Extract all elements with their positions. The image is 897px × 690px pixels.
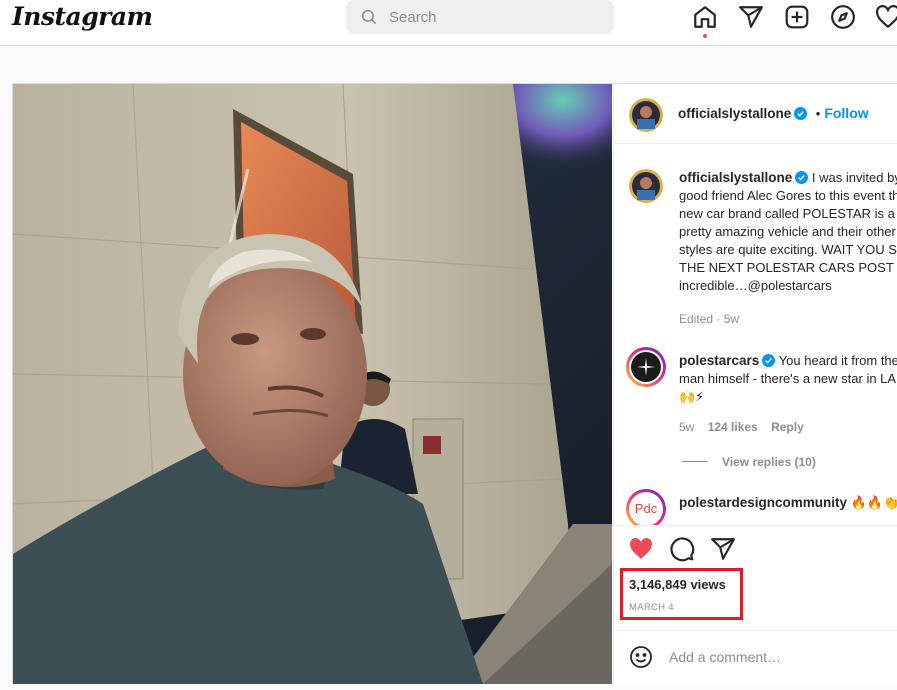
comment-avatar-ring[interactable]: Pdc [626, 489, 666, 525]
comments-list[interactable]: officialslystallone I was invited by goo… [614, 145, 897, 525]
post-side-panel: officialslystallone • Follow officialslys… [613, 84, 897, 684]
activity-icon[interactable] [875, 4, 897, 30]
author-avatar[interactable] [629, 98, 663, 132]
view-replies-label[interactable]: View replies (10) [722, 455, 816, 469]
replies-divider [682, 461, 708, 462]
video-frame-illustration [13, 84, 612, 684]
add-comment-bar: Add a comment… [614, 630, 897, 684]
caption-text: I was invited by good friend Alec Gores … [679, 170, 897, 293]
caption-meta: Edited · 5w [679, 312, 740, 326]
verified-badge-icon [794, 107, 808, 120]
comment-item: polestardesigncommunity 🔥🔥👏 [679, 494, 897, 512]
verified-badge-icon [762, 354, 776, 367]
comment-meta: 5w 124 likes Reply [679, 420, 804, 434]
comment-avatar-ring[interactable] [626, 347, 666, 387]
top-nav: Instagram Search [0, 0, 897, 46]
comment-time: 5w [679, 420, 695, 434]
comment-username[interactable]: polestardesigncommunity [679, 495, 847, 510]
pdc-avatar: Pdc [629, 492, 663, 525]
caption: officialslystallone I was invited by goo… [679, 169, 897, 295]
like-filled-icon[interactable] [628, 536, 654, 562]
verified-badge-icon [795, 171, 809, 184]
instagram-logo[interactable]: Instagram [12, 2, 153, 31]
view-count[interactable]: 3,146,849 views [629, 577, 726, 592]
comment-item: polestarcars You heard it from the man h… [679, 352, 897, 406]
separator-dot: • [815, 106, 821, 121]
emoji-icon[interactable] [629, 645, 653, 669]
follow-button[interactable]: Follow [824, 105, 868, 121]
share-icon[interactable] [710, 536, 736, 562]
view-replies[interactable]: View replies (10) [682, 455, 816, 469]
home-icon[interactable] [692, 4, 718, 30]
post-date[interactable]: MARCH 4 [629, 602, 674, 613]
post-video[interactable] [13, 84, 612, 684]
author-username[interactable]: officialslystallone [678, 106, 791, 121]
caption-author-avatar[interactable] [629, 169, 663, 203]
search-placeholder: Search [389, 8, 437, 26]
search-box[interactable]: Search [346, 0, 614, 34]
polestar-logo-icon [631, 352, 661, 382]
comment-icon[interactable] [669, 536, 695, 562]
new-post-icon[interactable] [784, 4, 810, 30]
caption-username[interactable]: officialslystallone [679, 170, 792, 185]
post-card: officialslystallone • Follow officialslys… [12, 83, 897, 684]
home-active-dot [703, 34, 707, 38]
reply-button[interactable]: Reply [771, 420, 804, 434]
send-icon[interactable] [738, 4, 764, 30]
comment-text: 🔥🔥👏 [850, 495, 897, 510]
explore-icon[interactable] [830, 4, 856, 30]
post-header: officialslystallone • Follow [614, 84, 897, 144]
add-comment-input[interactable]: Add a comment… [669, 649, 781, 665]
search-icon [361, 9, 377, 25]
comment-likes[interactable]: 124 likes [708, 420, 758, 434]
comment-username[interactable]: polestarcars [679, 353, 759, 368]
